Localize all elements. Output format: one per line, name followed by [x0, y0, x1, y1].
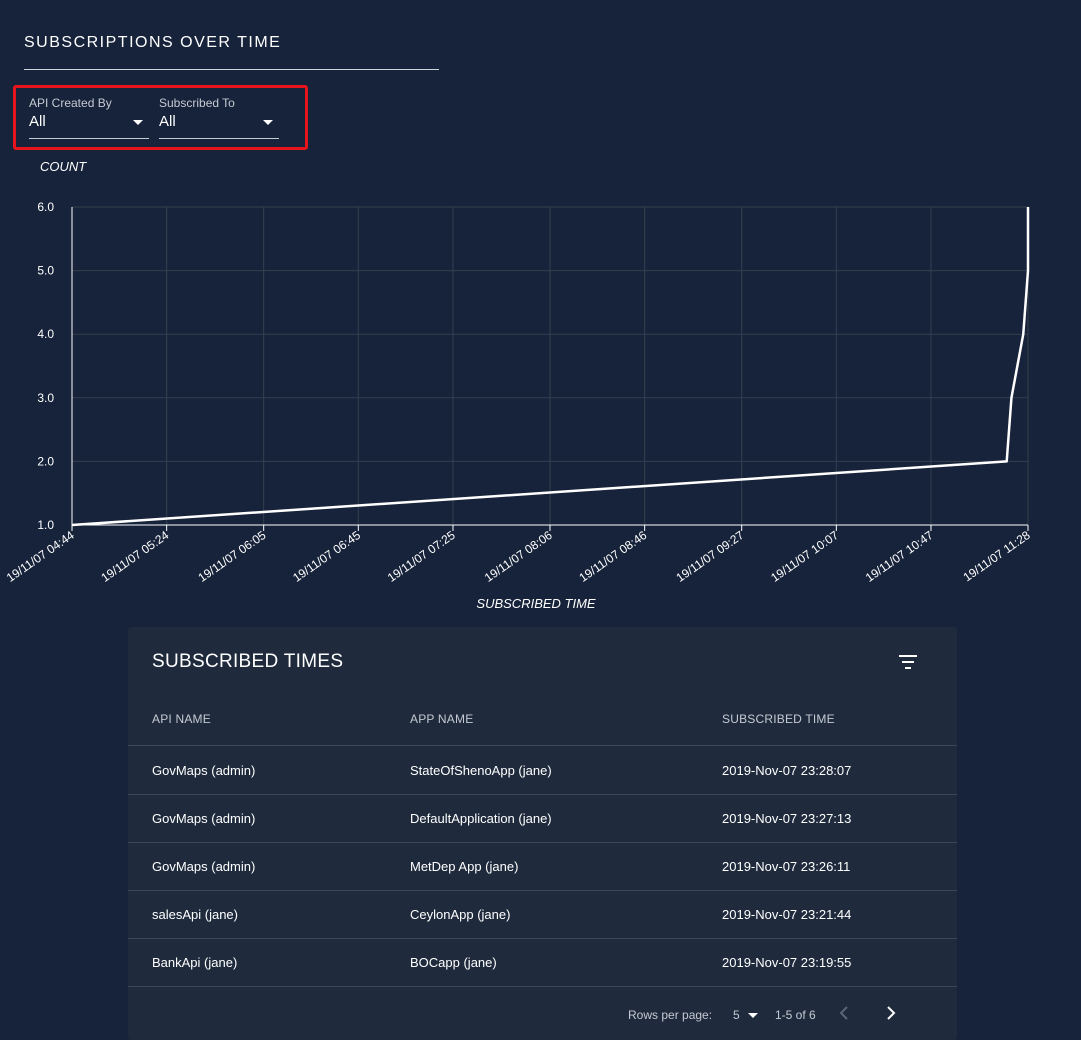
table-row: GovMaps (admin) StateOfShenoApp (jane) 2…	[128, 746, 957, 795]
app-name-cell: DefaultApplication (jane)	[410, 811, 552, 826]
subscribed-time-cell: 2019-Nov-07 23:21:44	[722, 907, 852, 922]
table-row: GovMaps (admin) MetDep App (jane) 2019-N…	[128, 842, 957, 891]
subscribed-times-card: SUBSCRIBED TIMES API NAME APP NAME SUBSC…	[128, 627, 957, 1040]
y-tick-label: 3.0	[37, 391, 54, 405]
api-name-cell: salesApi (jane)	[152, 907, 238, 922]
table-pagination: Rows per page: 5 1-5 of 6	[128, 995, 957, 1035]
page-title: SUBSCRIPTIONS OVER TIME	[24, 34, 282, 51]
api-created-by-label: API Created By	[29, 96, 112, 110]
chevron-down-icon[interactable]	[133, 120, 143, 125]
x-tick-label: 19/11/07 08:06	[482, 528, 555, 585]
y-axis-label: COUNT	[40, 159, 87, 174]
subscribed-time-cell: 2019-Nov-07 23:26:11	[722, 859, 851, 874]
x-tick-label: 19/11/07 09:27	[673, 528, 746, 585]
y-tick-label: 2.0	[37, 454, 54, 468]
chevron-down-icon[interactable]	[748, 1013, 758, 1018]
subscribed-to-select[interactable]: Subscribed To All	[159, 96, 279, 139]
column-header-api-name[interactable]: API NAME	[152, 712, 211, 726]
chevron-right-icon[interactable]	[883, 1003, 899, 1023]
api-name-cell: GovMaps (admin)	[152, 763, 256, 778]
app-name-cell: StateOfShenoApp (jane)	[410, 763, 552, 778]
subscribed-time-cell: 2019-Nov-07 23:27:13	[722, 811, 852, 826]
rows-per-page-label: Rows per page:	[628, 1008, 713, 1022]
subscribed-to-label: Subscribed To	[159, 96, 235, 110]
api-name-cell: BankApi (jane)	[152, 955, 238, 970]
x-tick-label: 19/11/07 06:05	[195, 528, 268, 585]
y-tick-label: 5.0	[37, 264, 54, 278]
api-created-by-value[interactable]: All	[29, 113, 46, 130]
chevron-down-icon[interactable]	[263, 120, 273, 125]
column-header-app-name[interactable]: APP NAME	[410, 712, 473, 726]
rows-per-page-select[interactable]: 5	[733, 1008, 740, 1022]
subscribed-time-cell: 2019-Nov-07 23:19:55	[722, 955, 852, 970]
filter-list-icon[interactable]	[898, 653, 920, 671]
x-tick-label: 19/11/07 04:44	[4, 528, 77, 585]
y-tick-label: 6.0	[37, 200, 54, 214]
api-name-cell: GovMaps (admin)	[152, 859, 256, 874]
title-divider	[24, 69, 439, 70]
x-tick-label: 19/11/07 08:46	[576, 528, 649, 585]
x-tick-label: 19/11/07 05:24	[98, 528, 171, 585]
app-name-cell: MetDep App (jane)	[410, 859, 519, 874]
x-tick-label: 19/11/07 06:45	[290, 528, 363, 585]
chevron-left-icon[interactable]	[836, 1003, 852, 1023]
subscribed-to-value[interactable]: All	[159, 113, 176, 130]
api-created-by-select[interactable]: API Created By All	[29, 96, 149, 139]
table-row: BankApi (jane) BOCapp (jane) 2019-Nov-07…	[128, 938, 957, 987]
table-row: salesApi (jane) CeylonApp (jane) 2019-No…	[128, 890, 957, 939]
subscribed-time-cell: 2019-Nov-07 23:28:07	[722, 763, 852, 778]
api-name-cell: GovMaps (admin)	[152, 811, 256, 826]
x-axis-label: SUBSCRIBED TIME	[476, 596, 596, 611]
y-tick-label: 4.0	[37, 327, 54, 341]
column-header-subscribed-time[interactable]: SUBSCRIBED TIME	[722, 712, 835, 726]
y-tick-label: 1.0	[37, 518, 54, 532]
x-tick-label: 19/11/07 10:47	[863, 528, 936, 585]
table-title: SUBSCRIBED TIMES	[152, 651, 344, 672]
x-tick-label: 19/11/07 07:25	[385, 528, 458, 585]
table-row: GovMaps (admin) DefaultApplication (jane…	[128, 794, 957, 843]
pagination-range: 1-5 of 6	[775, 1008, 816, 1022]
app-name-cell: CeylonApp (jane)	[410, 907, 511, 922]
app-name-cell: BOCapp (jane)	[410, 955, 497, 970]
x-tick-label: 19/11/07 11:28	[961, 528, 1033, 585]
subscriptions-line-chart: COUNT 1.0 2.0 3.0 4.0 5.0 6.0 19/11/07 04:44 19/…	[4, 159, 1033, 611]
x-tick-label: 19/11/07 10:07	[768, 528, 841, 585]
